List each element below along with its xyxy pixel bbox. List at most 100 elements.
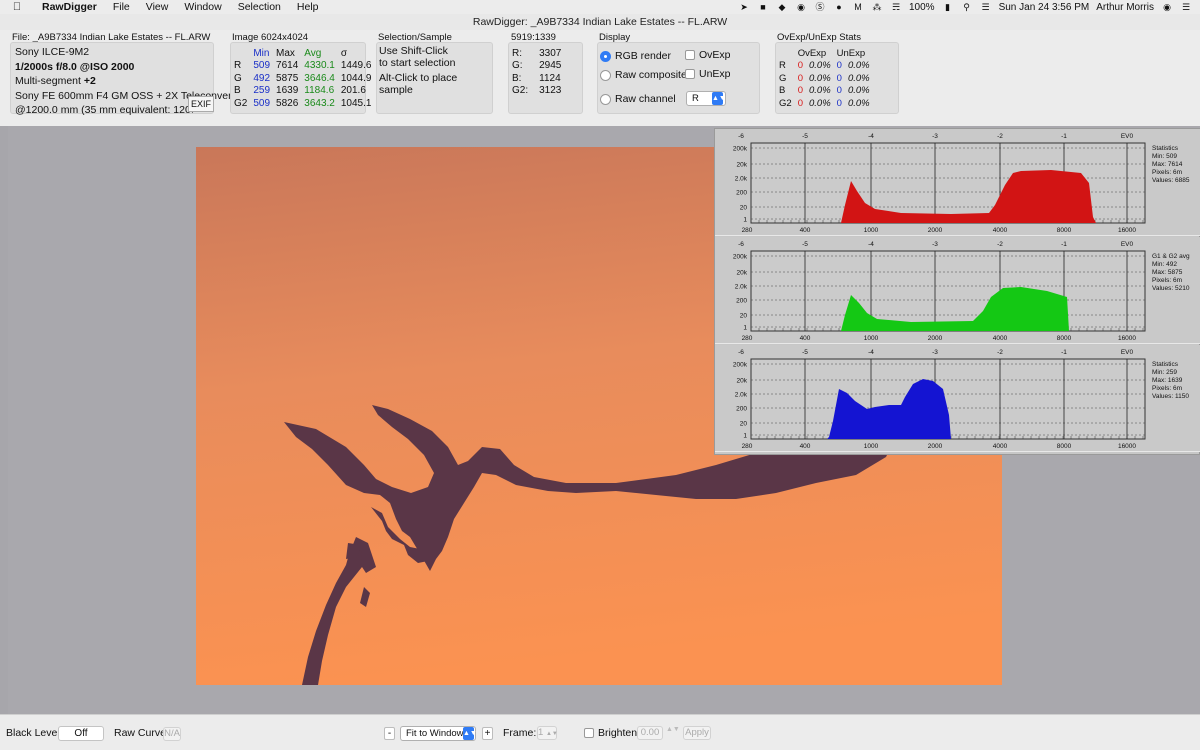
search-icon[interactable]: ⚲ [961,2,973,12]
x-tick-label: 2000 [928,227,943,234]
ovexp-option[interactable]: OvExp [685,49,731,61]
ovexp-table: OvExp UnExp R 0 0.0% 0 0.0% G 0 0.0% 0 0… [776,47,873,110]
location-icon[interactable]: ➤ [738,2,750,12]
notification-center-icon[interactable]: ☰ [1180,2,1192,12]
ev-tick-label: -5 [802,349,808,356]
rgb-render-label: RGB render [615,50,672,62]
image-stats-box: Min Max Avg σ R 509 7614 4330.1 1449.6 G… [230,42,371,114]
y-tick-label: 20 [740,421,748,428]
selection-box: Use Shift-Click to start selection Alt-C… [376,42,493,114]
control-center-icon[interactable]: ☰ [980,2,992,12]
brighten-input[interactable]: 0.00 [637,726,663,740]
brighten-option[interactable]: Brighten: [584,727,640,739]
ov-percent: 0.0% [808,72,831,84]
menu-window[interactable]: Window [176,1,229,13]
notes-icon[interactable]: ● [833,2,845,12]
exposure-info: 1/2000s f/8.0 @ISO 2000 [15,60,135,73]
menu-file[interactable]: File [105,1,138,13]
sample-ch: B: [512,72,522,84]
y-tick-label: 20k [737,378,748,385]
histogram-red-stats: Statistics Min: 509 Max: 7614 Pixels: 6m… [1152,145,1189,185]
table-row: B 259 1639 1184.6 201.6 [231,85,374,98]
rgb-render-option[interactable]: RGB render [600,50,671,62]
apply-button[interactable]: Apply [683,726,711,740]
stats-min: 259 [253,85,271,97]
x-tick-label: 280 [742,227,753,234]
un-percent: 0.0% [847,97,870,109]
x-tick-label: 400 [800,227,811,234]
raw-curve-label: Raw Curve: [114,727,169,739]
siri-icon[interactable]: ◉ [1161,2,1173,12]
facetime-icon[interactable]: ■ [757,2,769,12]
stats-max: 7614 [276,60,299,72]
raw-composite-option[interactable]: Raw composite [600,69,687,81]
ev-tick-label: -6 [738,133,744,140]
exif-button[interactable]: EXIF [188,96,214,112]
raw-channel-option[interactable]: Raw channel [600,93,676,105]
zoom-select[interactable]: Fit to Window ▲▼ [400,726,477,741]
y-tick-label: 20 [740,205,748,212]
menu-view[interactable]: View [138,1,177,13]
brighten-stepper-icon[interactable]: ▲▼ [666,726,680,733]
menu-selection[interactable]: Selection [230,1,289,13]
ev-tick-label: -4 [868,349,874,356]
raw-channel-radio[interactable] [600,93,611,105]
ov-percent: 0.0% [808,60,831,72]
user-name[interactable]: Arthur Morris [1096,2,1154,13]
chevron-updown-icon: ▲▼ [545,731,558,737]
stats-ch: G2 [234,97,248,109]
battery-icon[interactable]: ▮ [942,2,954,12]
histogram-blue-plot: 200k 20k 2.0k 200 20 1 -6 -5 -4 -3 -2 -1 EV0 280 400 10… [733,349,1146,450]
channel-select[interactable]: R ▲▼ [686,91,726,106]
black-level-button[interactable]: Off [58,726,104,741]
brighten-checkbox[interactable] [584,728,594,739]
zoom-in-button[interactable]: + [482,727,493,740]
stats-max: 5875 [276,72,299,84]
ovexp-header: OvExp [797,47,827,59]
table-row: G 0 0.0% 0 0.0% [776,72,873,85]
x-tick-label: 1000 [864,443,879,450]
x-tick-label: 4000 [993,443,1008,450]
stat-line: Pixels: 6m [1152,277,1182,284]
x-tick-label: 1000 [864,335,879,342]
bluetooth-icon[interactable]: ⁂ [871,2,883,12]
ovexp-checkbox[interactable] [685,50,695,61]
ev-tick-label: -5 [802,133,808,140]
unexp-checkbox[interactable] [685,69,695,80]
dropbox-icon[interactable]: ◆ [776,2,788,12]
menu-app-name[interactable]: RawDigger [34,1,105,13]
rgb-render-radio[interactable] [600,50,611,62]
table-row: R 509 7614 4330.1 1449.6 [231,60,374,73]
image-stats-table: Min Max Avg σ R 509 7614 4330.1 1449.6 G… [231,47,374,110]
histogram-frame [750,250,1146,332]
stats-sd: 1045.1 [340,97,372,109]
lens-info: Sony FE 600mm F4 GM OSS + 2X Teleconvert… [15,89,244,102]
stats-sd: 201.6 [340,85,366,97]
x-tick-label: 16000 [1118,335,1136,342]
ev-tick-label: -4 [868,241,874,248]
stats-header-sd: σ [340,47,348,59]
sample-val: 1124 [539,72,561,84]
menu-help[interactable]: Help [289,1,327,13]
wifi-icon[interactable]: ☴ [890,2,902,12]
ov-ch: G [779,72,787,84]
clock[interactable]: Sun Jan 24 3:56 PM [999,2,1090,13]
stats-avg: 4330.1 [304,60,335,72]
apple-menu-icon[interactable]:  [0,1,34,13]
skype-icon[interactable]: Ⓢ [814,2,826,12]
un-percent: 0.0% [847,60,870,72]
ev-tick-label: -4 [868,133,874,140]
y-tick-label: 2.0k [735,284,748,291]
raw-composite-radio[interactable] [600,69,611,81]
sample-ch: R: [512,47,522,59]
ov-percent: 0.0% [808,97,831,109]
zoom-out-button[interactable]: - [384,727,395,740]
x-tick-label: 280 [742,443,753,450]
metering-mode: Multi-segment [15,75,81,87]
unexp-option[interactable]: UnExp [685,68,731,80]
frame-stepper[interactable]: 1 ▲▼ [537,726,558,740]
sample-val: 2945 [539,60,562,72]
sample-val: 3307 [539,47,562,59]
malwarebytes-icon[interactable]: M [852,2,864,12]
creative-cloud-icon[interactable]: ◉ [795,2,807,12]
